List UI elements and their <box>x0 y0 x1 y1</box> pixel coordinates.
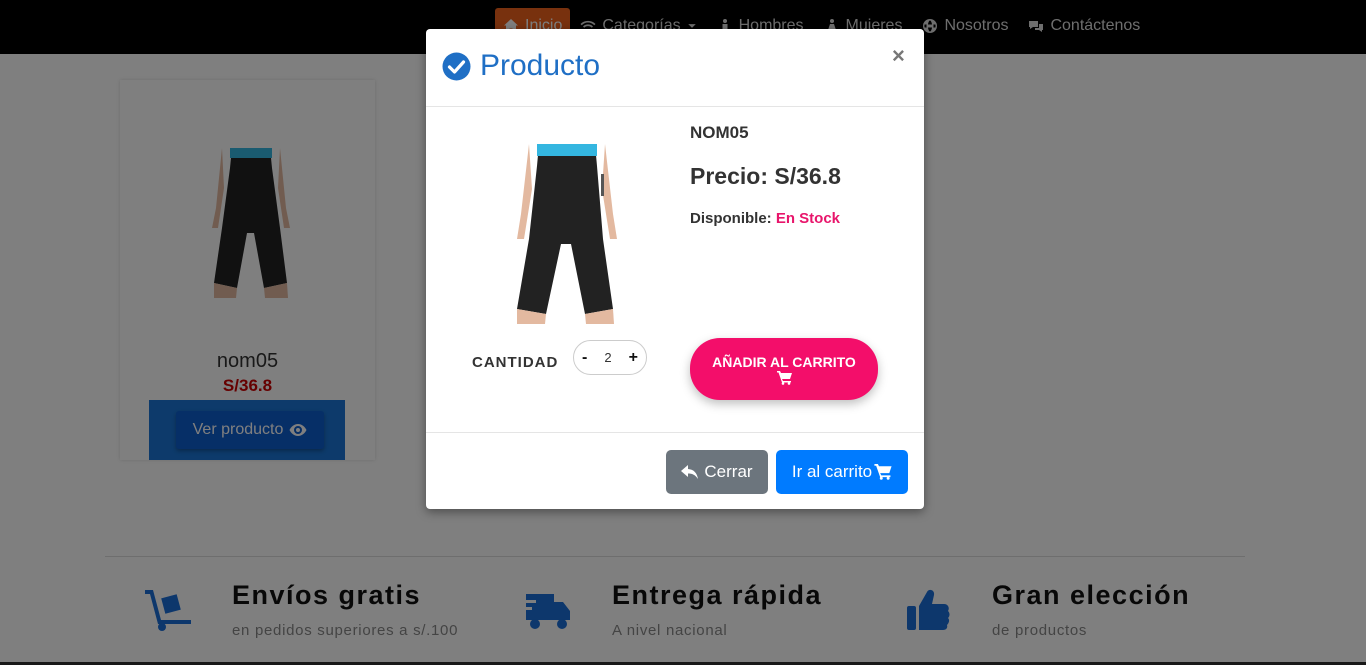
check-circle-icon <box>442 52 471 81</box>
add-to-cart-label: AÑADIR AL CARRITO <box>712 353 856 370</box>
modal-product-image <box>499 144 636 324</box>
modal-header: Producto × <box>426 29 924 107</box>
quantity-label: CANTIDAD <box>472 354 559 371</box>
quantity-stepper: - 2 + <box>573 340 647 375</box>
close-button-label: Cerrar <box>704 462 753 481</box>
modal-product-price: Precio: S/36.8 <box>690 163 841 189</box>
go-to-cart-label: Ir al carrito <box>791 462 873 481</box>
availability-status: En Stock <box>775 210 841 227</box>
cart-icon <box>776 370 792 385</box>
modal-title: Producto <box>480 49 601 82</box>
quantity-decrement-button[interactable]: - <box>582 349 587 367</box>
cart-icon <box>874 464 892 480</box>
quantity-input[interactable]: 2 <box>604 350 611 365</box>
availability-label: Disponible: <box>690 210 772 227</box>
product-modal: Producto × NOM05 Precio: S/36.8 Disponib… <box>426 29 924 509</box>
go-to-cart-button[interactable]: Ir al carrito <box>776 450 908 494</box>
close-icon[interactable]: × <box>892 43 905 69</box>
modal-footer: Cerrar Ir al carrito <box>426 432 924 509</box>
modal-product-name: NOM05 <box>690 123 749 142</box>
reply-icon <box>681 464 699 479</box>
availability: Disponible: En Stock <box>690 210 840 227</box>
close-button[interactable]: Cerrar <box>666 450 768 494</box>
quantity-increment-button[interactable]: + <box>629 349 638 367</box>
add-to-cart-button[interactable]: AÑADIR AL CARRITO <box>690 338 878 400</box>
